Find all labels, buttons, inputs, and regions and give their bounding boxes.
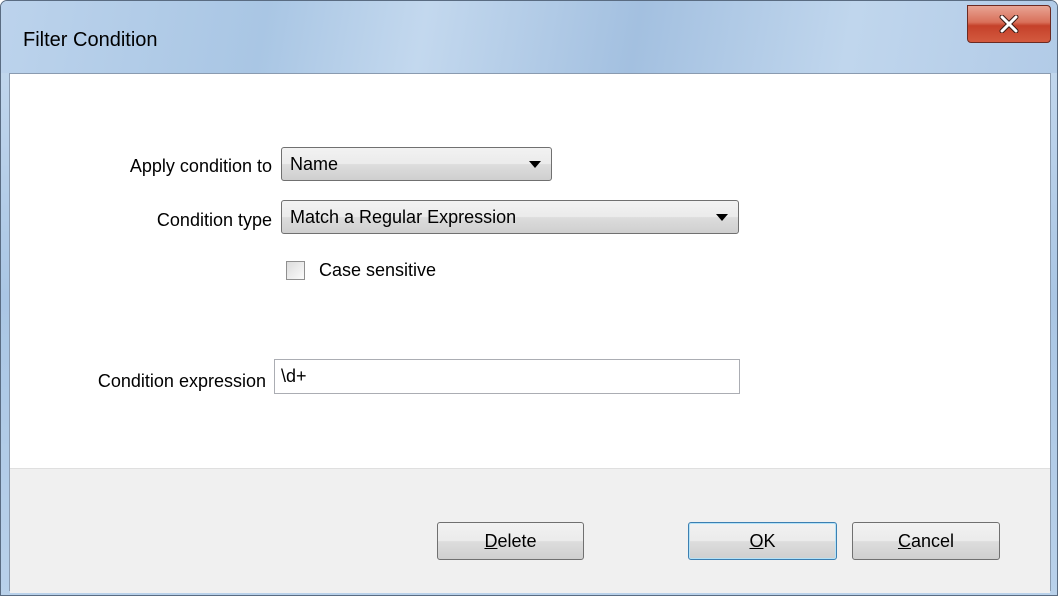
condition-expression-input[interactable]: \d+	[274, 359, 740, 394]
close-icon	[999, 15, 1019, 33]
cancel-button[interactable]: Cancel	[852, 522, 1000, 560]
delete-mnemonic: D	[484, 531, 498, 551]
window-title: Filter Condition	[23, 29, 158, 51]
chevron-down-icon	[529, 161, 541, 168]
button-bar: Delete OK Cancel	[10, 468, 1050, 593]
close-button[interactable]	[967, 5, 1051, 43]
dialog-client-area: Apply condition to Name Condition type M…	[9, 73, 1051, 593]
ok-mnemonic: O	[749, 531, 764, 551]
delete-button[interactable]: Delete	[437, 522, 584, 560]
ok-button[interactable]: OK	[688, 522, 837, 560]
title-bar[interactable]: Filter Condition	[1, 1, 1057, 73]
condition-type-label: Condition type	[156, 210, 272, 230]
ok-label: K	[763, 531, 776, 551]
apply-condition-label: Apply condition to	[129, 156, 272, 176]
condition-expression-label: Condition expression	[97, 371, 266, 391]
apply-condition-combobox[interactable]: Name	[281, 147, 552, 181]
condition-type-value: Match a Regular Expression	[290, 207, 517, 227]
cancel-label: ancel	[910, 531, 955, 551]
dialog-window: Filter Condition Apply condition to Name…	[0, 0, 1058, 596]
apply-condition-value: Name	[290, 154, 339, 174]
delete-label: elete	[497, 531, 537, 551]
chevron-down-icon	[716, 214, 728, 221]
condition-type-combobox[interactable]: Match a Regular Expression	[281, 200, 739, 234]
case-sensitive-checkbox[interactable]	[286, 261, 305, 280]
condition-expression-value: \d+	[281, 366, 307, 386]
cancel-mnemonic: C	[897, 531, 911, 551]
case-sensitive-label[interactable]: Case sensitive	[319, 260, 436, 281]
